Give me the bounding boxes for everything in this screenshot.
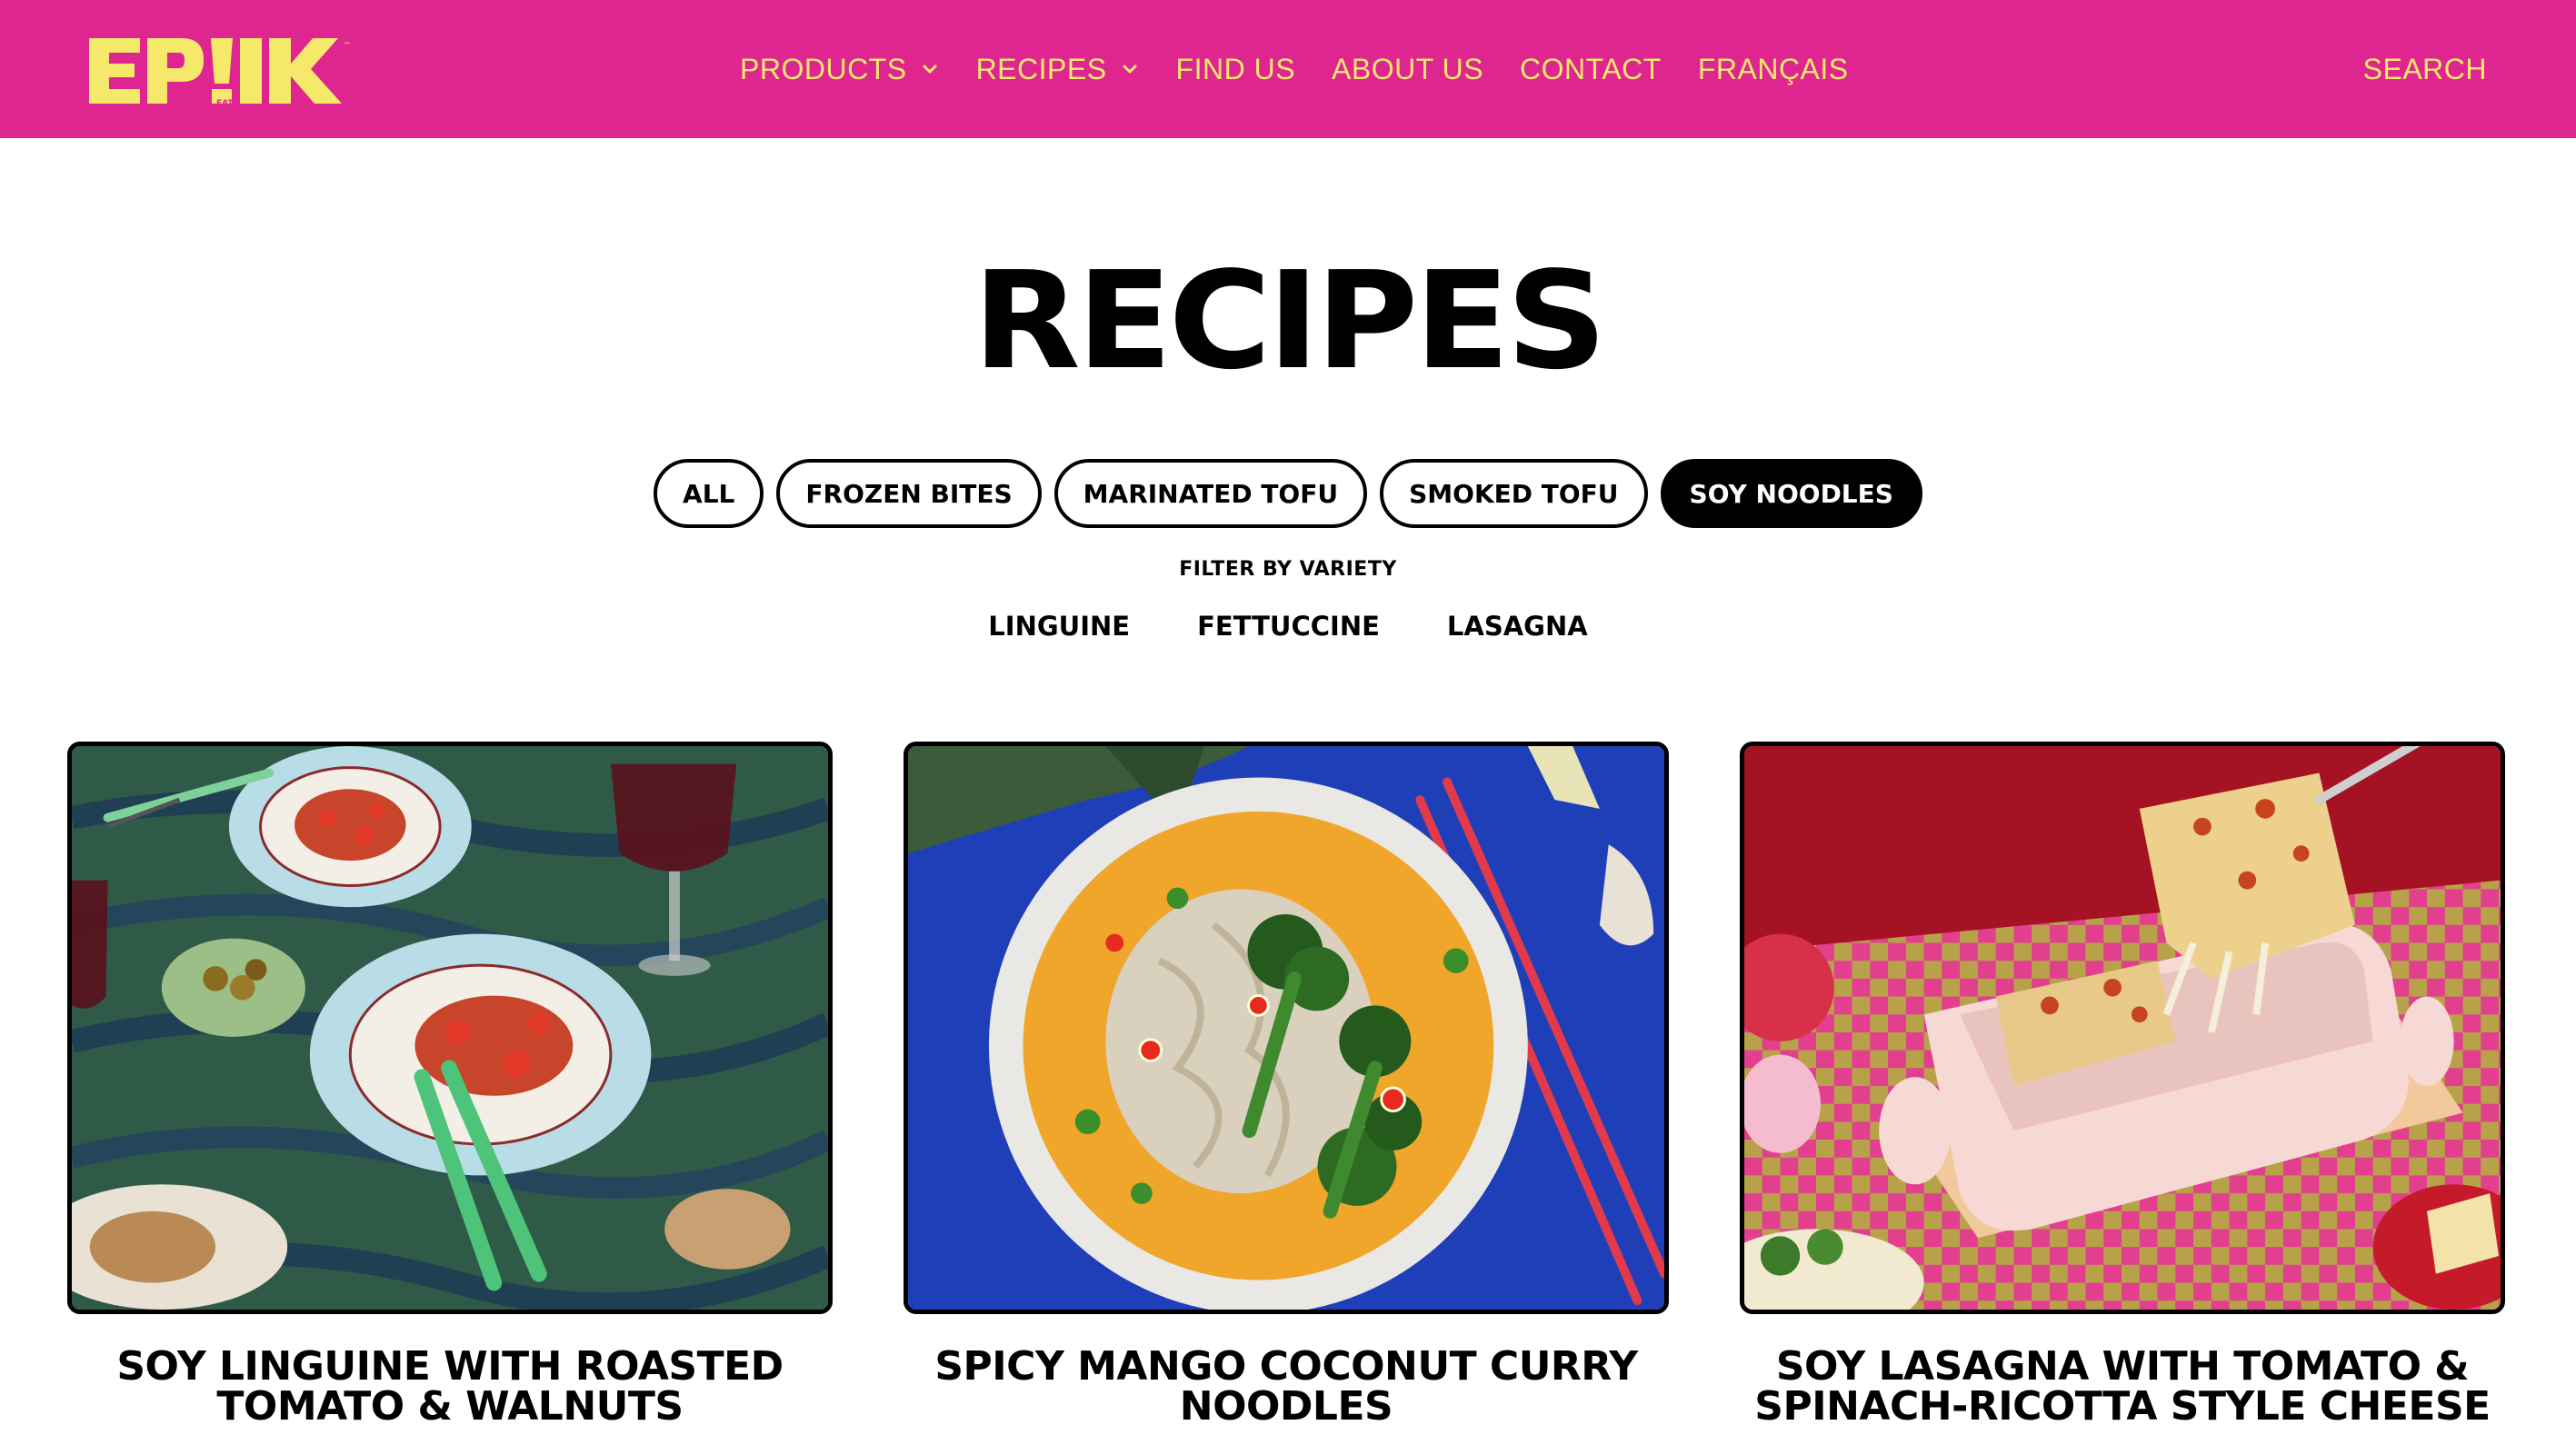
nav-about-us[interactable]: ABOUT US: [1332, 53, 1483, 86]
nav-recipes-label: RECIPES: [975, 52, 1107, 85]
variety-lasagna[interactable]: LASAGNA: [1447, 611, 1588, 642]
site-header: EATS ™ PRODUCTS RECIPES FIND US ABOUT US…: [0, 0, 2576, 138]
filter-by-variety-label: FILTER BY VARIETY: [1179, 558, 1397, 581]
epik-logo-icon: EATS ™: [89, 38, 351, 107]
svg-text:EATS: EATS: [216, 99, 239, 107]
recipe-card[interactable]: SPICY MANGO COCONUT CURRY NOODLES: [904, 742, 1669, 1427]
nav-contact-label: CONTACT: [1520, 52, 1662, 85]
category-pill-marinated-tofu[interactable]: MARINATED TOFU: [1053, 459, 1368, 528]
svg-text:™: ™: [344, 41, 351, 49]
recipe-title[interactable]: SOY LINGUINE WITH ROASTED TOMATO & WALNU…: [67, 1347, 833, 1427]
recipe-image-lasagna[interactable]: [1740, 742, 2505, 1314]
main-nav: PRODUCTS RECIPES FIND US ABOUT US CONTAC…: [740, 0, 1885, 138]
category-pill-soy-noodles[interactable]: SOY NOODLES: [1660, 459, 1922, 528]
nav-contact[interactable]: CONTACT: [1520, 53, 1662, 86]
nav-find-us-label: FIND US: [1175, 52, 1296, 85]
recipe-card[interactable]: SOY LINGUINE WITH ROASTED TOMATO & WALNU…: [67, 742, 833, 1427]
recipe-image-curry-noodles[interactable]: [904, 742, 1669, 1314]
category-filters: ALL FROZEN BITES MARINATED TOFU SMOKED T…: [0, 459, 2576, 528]
page-title: RECIPES: [973, 243, 1607, 399]
variety-linguine[interactable]: LINGUINE: [988, 611, 1130, 642]
recipe-card[interactable]: SOY LASAGNA WITH TOMATO & SPINACH-RICOTT…: [1740, 742, 2505, 1427]
nav-francais[interactable]: FRANÇAIS: [1698, 53, 1849, 86]
nav-francais-label: FRANÇAIS: [1697, 52, 1849, 85]
nav-about-us-label: ABOUT US: [1332, 52, 1484, 85]
variety-filters: LINGUINE FETTUCCINE LASAGNA: [0, 611, 2576, 642]
nav-products[interactable]: PRODUCTS: [740, 53, 940, 86]
recipe-image-linguine[interactable]: [67, 742, 833, 1314]
chevron-down-icon: [920, 59, 940, 79]
category-pill-all[interactable]: ALL: [654, 459, 764, 528]
variety-fettuccine[interactable]: FETTUCCINE: [1197, 611, 1380, 642]
nav-products-label: PRODUCTS: [740, 52, 907, 85]
category-pill-frozen-bites[interactable]: FROZEN BITES: [776, 459, 1042, 528]
recipe-title[interactable]: SOY LASAGNA WITH TOMATO & SPINACH-RICOTT…: [1740, 1347, 2505, 1427]
nav-recipes[interactable]: RECIPES: [976, 53, 1140, 86]
recipe-title[interactable]: SPICY MANGO COCONUT CURRY NOODLES: [904, 1347, 1669, 1427]
nav-find-us[interactable]: FIND US: [1176, 53, 1296, 86]
epik-logo[interactable]: EATS ™: [87, 35, 360, 107]
search-link[interactable]: SEARCH: [2363, 0, 2487, 138]
category-pill-smoked-tofu[interactable]: SMOKED TOFU: [1380, 459, 1648, 528]
chevron-down-icon: [1120, 59, 1140, 79]
